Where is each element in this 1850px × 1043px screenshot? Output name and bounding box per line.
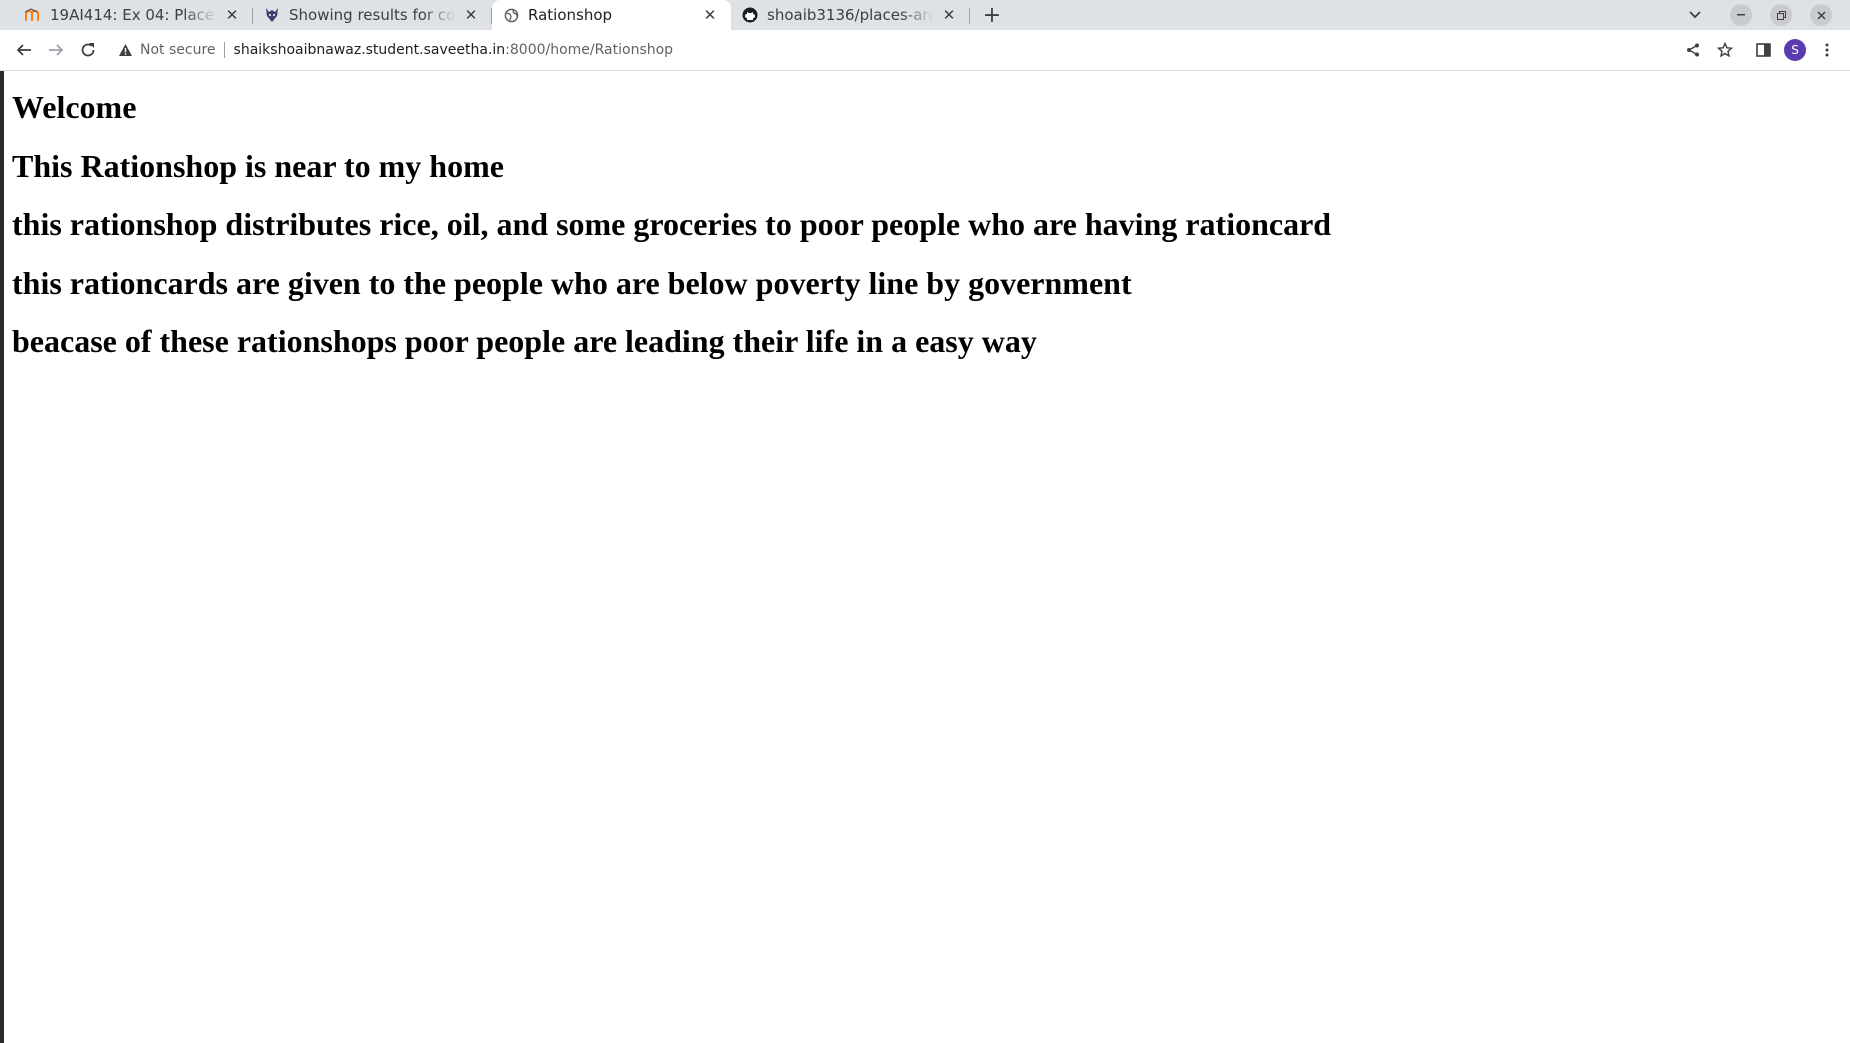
tab-title: shoaib3136/places-around-me xyxy=(767,6,934,24)
warning-icon[interactable] xyxy=(116,41,134,59)
reload-icon[interactable] xyxy=(74,36,102,64)
page-content: Welcome This Rationshop is near to my ho… xyxy=(4,71,1850,360)
url-host[interactable]: shaikshoaibnawaz.student.saveetha.in xyxy=(234,42,506,58)
avatar[interactable]: S xyxy=(1784,39,1806,61)
tab-moodle[interactable]: 19AI414: Ex 04: Places Around Me ✕ xyxy=(14,0,253,30)
divider xyxy=(223,42,225,58)
heading-easy-life: beacase of these rationshops poor people… xyxy=(12,323,1037,359)
tab-title: 19AI414: Ex 04: Places Around Me xyxy=(50,6,217,24)
close-icon[interactable]: ✕ xyxy=(462,6,480,24)
tab-strip: 19AI414: Ex 04: Places Around Me ✕ Showi… xyxy=(0,0,1850,30)
address-bar[interactable]: Not secure shaikshoaibnawaz.student.save… xyxy=(116,35,1672,65)
share-icon[interactable] xyxy=(1682,39,1704,61)
tab-separator xyxy=(969,8,970,24)
bookmark-star-icon[interactable] xyxy=(1714,39,1736,61)
close-icon[interactable]: ✕ xyxy=(701,6,719,24)
wolf-icon xyxy=(263,6,281,24)
chevron-down-icon[interactable] xyxy=(1684,4,1706,26)
web-page: Welcome This Rationshop is near to my ho… xyxy=(4,71,1850,1043)
browser-toolbar: Not secure shaikshoaibnawaz.student.save… xyxy=(0,30,1850,71)
tab-title: Rationshop xyxy=(528,6,613,24)
toolbar-actions: S xyxy=(1672,39,1838,61)
close-icon[interactable]: ✕ xyxy=(940,6,958,24)
minimize-icon[interactable] xyxy=(1730,4,1752,26)
back-arrow-icon[interactable] xyxy=(10,36,38,64)
menu-dots-icon[interactable] xyxy=(1816,39,1838,61)
tab-title: Showing results for contents xyxy=(289,6,456,24)
github-icon xyxy=(741,6,759,24)
window-controls xyxy=(1684,0,1850,30)
tab-github[interactable]: shoaib3136/places-around-me ✕ xyxy=(731,0,970,30)
moodle-icon xyxy=(24,6,42,24)
tab-rationshop[interactable]: Rationshop ✕ xyxy=(492,0,731,30)
tab-search-results[interactable]: Showing results for contents ✕ xyxy=(253,0,492,30)
tab-list: 19AI414: Ex 04: Places Around Me ✕ Showi… xyxy=(0,0,1008,30)
globe-icon xyxy=(502,6,520,24)
close-icon[interactable]: ✕ xyxy=(223,6,241,24)
url-path[interactable]: :8000/home/Rationshop xyxy=(505,42,673,58)
security-label[interactable]: Not secure xyxy=(140,42,216,58)
heading-rationshop-near-home: This Rationshop is near to my home xyxy=(12,147,504,184)
heading-distribution: this rationshop distributes rice, oil, a… xyxy=(12,206,1332,242)
restore-icon[interactable] xyxy=(1770,4,1792,26)
close-window-icon[interactable] xyxy=(1810,4,1832,26)
new-tab-button[interactable]: + xyxy=(976,0,1008,30)
heading-welcome: Welcome xyxy=(12,89,137,125)
forward-arrow-icon[interactable] xyxy=(42,36,70,64)
side-panel-icon[interactable] xyxy=(1752,39,1774,61)
heading-rationcards: this rationcards are given to the people… xyxy=(12,264,1132,301)
